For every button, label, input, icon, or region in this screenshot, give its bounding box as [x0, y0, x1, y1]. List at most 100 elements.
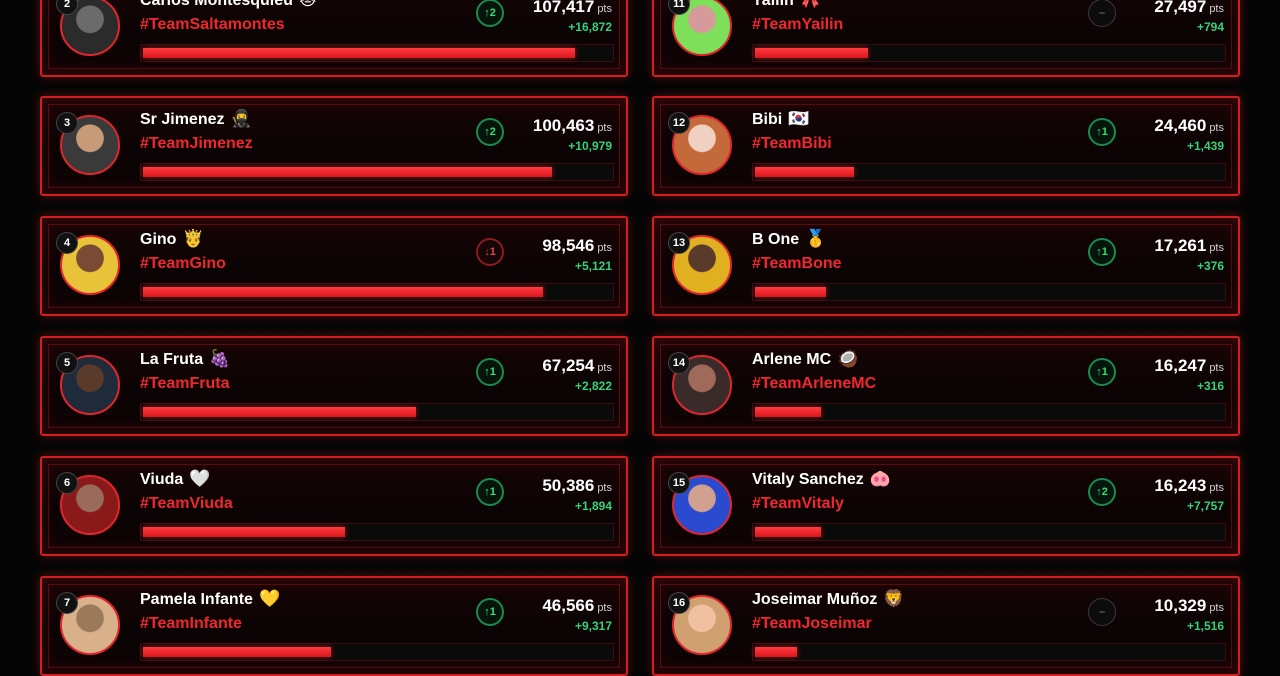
leaderboard-card[interactable]: 13 B One 🥇 #TeamBone ↑1 17,261 pts +376	[652, 216, 1240, 316]
contestant-name: La Fruta 🍇	[140, 349, 230, 369]
progress-fill	[755, 287, 826, 297]
points-value: 46,566	[542, 596, 595, 615]
contestant-name: Pamela Infante 💛	[140, 589, 280, 609]
name-emoji: 🇰🇷	[788, 109, 810, 128]
team-hashtag[interactable]: #TeamInfante	[140, 615, 242, 633]
progress-bar	[752, 283, 1226, 301]
points-total: 16,243 pts	[1154, 476, 1224, 496]
rank-change-icon: ↑2	[476, 118, 504, 146]
name-emoji: 🎀	[800, 0, 821, 9]
points-total: 50,386 pts	[542, 476, 612, 496]
contestant-name-label: La Fruta	[140, 351, 204, 368]
rank-change-icon: ↑2	[476, 0, 504, 27]
points-unit: pts	[597, 362, 612, 374]
leaderboard-card[interactable]: 4 Gino 🤴 #TeamGino ↓1 98,546 pts +5,121	[40, 216, 628, 316]
contestant-name-label: Joseimar Muñoz	[752, 591, 878, 608]
contestant-name: B One 🥇	[752, 229, 826, 249]
leaderboard-card[interactable]: 7 Pamela Infante 💛 #TeamInfante ↑1 46,566…	[40, 576, 628, 676]
rank-badge: 5	[56, 352, 78, 374]
points-value: 98,546	[542, 236, 595, 255]
leaderboard-card[interactable]: 14 Arlene MC 🥥 #TeamArleneMC ↑1 16,247 pts…	[652, 336, 1240, 436]
progress-bar	[752, 523, 1226, 541]
leaderboard-card[interactable]: 5 La Fruta 🍇 #TeamFruta ↑1 67,254 pts +2,8…	[40, 336, 628, 436]
name-emoji: 🦁	[883, 589, 905, 608]
progress-fill	[143, 48, 575, 58]
rank-change-icon: ↓1	[476, 238, 504, 266]
progress-fill	[143, 647, 331, 657]
progress-bar	[752, 643, 1226, 661]
rank-badge: 15	[668, 472, 690, 494]
contestant-name: Arlene MC 🥥	[752, 349, 858, 369]
points-value: 67,254	[542, 356, 595, 375]
points-delta: +1,894	[574, 499, 612, 513]
team-hashtag[interactable]: #TeamSaltamontes	[140, 16, 285, 34]
team-hashtag[interactable]: #TeamArleneMC	[752, 375, 876, 393]
points-delta: +10,979	[568, 139, 612, 153]
contestant-name-label: Bibi	[752, 111, 783, 128]
progress-fill	[755, 407, 821, 417]
points-unit: pts	[597, 602, 612, 614]
progress-fill	[755, 48, 868, 58]
progress-fill	[755, 647, 797, 657]
leaderboard-card[interactable]: 3 Sr Jimenez 🥷 #TeamJimenez ↑2 100,463 pts…	[40, 96, 628, 196]
name-emoji: 🐱	[299, 0, 317, 9]
contestant-name-label: Pamela Infante	[140, 591, 253, 608]
points-value: 50,386	[542, 476, 595, 495]
team-hashtag[interactable]: #TeamBone	[752, 255, 842, 273]
leaderboard-card[interactable]: 16 Joseimar Muñoz 🦁 #TeamJoseimar – 10,32…	[652, 576, 1240, 676]
contestant-name-label: Sr Jimenez	[140, 111, 225, 128]
leaderboard-card[interactable]: 6 Viuda 🤍 #TeamViuda ↑1 50,386 pts +1,894	[40, 456, 628, 556]
team-hashtag[interactable]: #TeamFruta	[140, 375, 230, 393]
points-value: 107,417	[532, 0, 595, 16]
rank-change-icon: ↑1	[476, 358, 504, 386]
team-hashtag[interactable]: #TeamBibi	[752, 135, 832, 153]
contestant-name-label: Vitaly Sanchez	[752, 471, 864, 488]
leaderboard-card[interactable]: 11 Yailin🎀 #TeamYailin – 27,497pts +794	[652, 0, 1240, 77]
progress-bar	[140, 163, 614, 181]
points-unit: pts	[1209, 362, 1224, 374]
points-value: 16,243	[1154, 476, 1207, 495]
points-unit: pts	[1209, 122, 1224, 134]
points-delta: +1,516	[1186, 619, 1224, 633]
rank-change-icon: –	[1088, 598, 1116, 626]
contestant-name-label: Yailin	[752, 0, 794, 9]
rank-badge: 12	[668, 112, 690, 134]
points-value: 100,463	[532, 116, 595, 135]
team-hashtag[interactable]: #TeamJoseimar	[752, 615, 872, 633]
points-total: 107,417 pts	[533, 0, 612, 17]
rank-badge: 7	[56, 592, 78, 614]
rank-badge: 14	[668, 352, 690, 374]
team-hashtag[interactable]: #TeamGino	[140, 255, 226, 273]
team-hashtag[interactable]: #TeamViuda	[140, 495, 233, 513]
points-unit: pts	[597, 482, 612, 494]
team-hashtag[interactable]: #TeamVitaly	[752, 495, 844, 513]
points-unit: pts	[597, 122, 612, 134]
progress-bar	[752, 44, 1226, 62]
name-emoji: 🥇	[805, 229, 827, 248]
rank-change-icon: ↑1	[476, 598, 504, 626]
name-emoji: 🤍	[189, 469, 211, 488]
rank-badge: 3	[56, 112, 78, 134]
team-hashtag[interactable]: #TeamYailin	[752, 16, 843, 34]
points-delta: +794	[1196, 20, 1224, 34]
leaderboard-card[interactable]: 12 Bibi 🇰🇷 #TeamBibi ↑1 24,460 pts +1,439	[652, 96, 1240, 196]
points-value: 24,460	[1154, 116, 1207, 135]
points-total: 24,460 pts	[1154, 116, 1224, 136]
points-unit: pts	[1209, 3, 1224, 15]
points-total: 67,254 pts	[542, 356, 612, 376]
points-value: 16,247	[1154, 356, 1207, 375]
leaderboard-card[interactable]: 15 Vitaly Sanchez 🐽 #TeamVitaly ↑2 16,243…	[652, 456, 1240, 556]
progress-fill	[755, 527, 821, 537]
points-total: 17,261 pts	[1154, 236, 1224, 256]
contestant-name: Yailin 🎀	[752, 0, 821, 10]
points-value: 27,497	[1154, 0, 1207, 16]
progress-bar	[752, 403, 1226, 421]
points-delta: +2,822	[574, 379, 612, 393]
contestant-name: Bibi 🇰🇷	[752, 109, 809, 129]
rank-change-icon: ↑1	[1088, 238, 1116, 266]
team-hashtag[interactable]: #TeamJimenez	[140, 135, 253, 153]
progress-fill	[143, 167, 552, 177]
leaderboard-card[interactable]: 2 Carlos Montesquieu🐱 #TeamSaltamontes ↑…	[40, 0, 628, 77]
name-emoji: 🥥	[837, 349, 859, 368]
rank-badge: 16	[668, 592, 690, 614]
